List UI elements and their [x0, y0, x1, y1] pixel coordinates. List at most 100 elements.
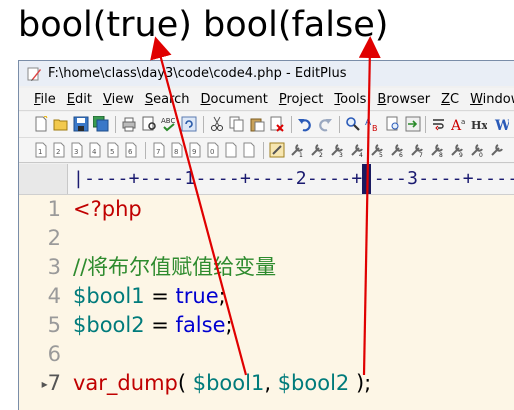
- svg-text:7: 7: [156, 148, 160, 156]
- svg-text:8: 8: [439, 152, 443, 158]
- toolbar-separator: [425, 116, 426, 133]
- open-folder-icon[interactable]: [53, 116, 69, 132]
- replace-icon[interactable]: AB: [365, 116, 381, 132]
- document-toolbar: 1 2 3 4 5 6 7 8 9 0 1 2 3 4 5 6 7 8 9 0: [19, 138, 514, 163]
- user-tool-0-icon[interactable]: 0: [469, 142, 485, 158]
- font-size-icon[interactable]: Aa: [451, 116, 467, 132]
- svg-text:4: 4: [359, 152, 363, 158]
- variable: $bool2: [73, 313, 145, 337]
- refresh-icon[interactable]: [181, 116, 197, 132]
- svg-text:8: 8: [174, 148, 178, 156]
- operator: =: [144, 284, 176, 308]
- find-icon[interactable]: [345, 116, 361, 132]
- case-icon[interactable]: W: [493, 116, 509, 132]
- redo-icon[interactable]: [317, 116, 333, 132]
- main-toolbar: ABC AB Aa Hx W: [19, 112, 514, 138]
- svg-text:3: 3: [339, 152, 343, 158]
- menu-file[interactable]: File: [34, 92, 56, 107]
- document-0-icon[interactable]: 0: [205, 142, 221, 158]
- line-number: 5: [47, 313, 61, 337]
- document-5-icon[interactable]: 5: [105, 142, 121, 158]
- copy-icon[interactable]: [229, 116, 245, 132]
- ruler-scale: |----+----1----+----2----+----3----+----: [73, 168, 514, 189]
- toolbar-separator: [115, 116, 116, 133]
- svg-text:6: 6: [128, 148, 133, 156]
- user-tool-4-icon[interactable]: 4: [349, 142, 365, 158]
- ruler-gutter: [19, 164, 68, 194]
- editplus-window: F:\home\class\day3\code\code4.php - Edit…: [18, 60, 514, 410]
- svg-text:1: 1: [38, 148, 42, 156]
- menu-tools[interactable]: Tools: [334, 92, 366, 107]
- spell-check-icon[interactable]: ABC: [161, 116, 177, 132]
- menu-zc[interactable]: ZC: [441, 92, 459, 107]
- code-line-5[interactable]: $bool2 = false;: [73, 311, 233, 339]
- print-icon[interactable]: [121, 116, 137, 132]
- document-4-icon[interactable]: 4: [87, 142, 103, 158]
- undo-icon[interactable]: [297, 116, 313, 132]
- document-extra-icon[interactable]: [223, 142, 239, 158]
- hex-icon[interactable]: Hx: [471, 116, 487, 132]
- document-9-icon[interactable]: 9: [187, 142, 203, 158]
- svg-text:9: 9: [459, 152, 463, 158]
- php-open-tag: <?php: [73, 197, 142, 221]
- save-icon[interactable]: [73, 116, 89, 132]
- menu-search[interactable]: Search: [145, 92, 190, 107]
- menu-view[interactable]: View: [103, 92, 134, 107]
- caption-false: bool(false): [203, 5, 389, 45]
- comma: ,: [264, 371, 278, 395]
- document-3-icon[interactable]: 3: [69, 142, 85, 158]
- code-line-4[interactable]: $bool1 = true;: [73, 282, 226, 310]
- user-tool-extra-icon[interactable]: [489, 142, 505, 158]
- document-6-icon[interactable]: 6: [123, 142, 139, 158]
- document-7-icon[interactable]: 7: [151, 142, 167, 158]
- user-tool-5-icon[interactable]: 5: [369, 142, 385, 158]
- code-line-1[interactable]: <?php: [73, 195, 142, 223]
- find-in-files-icon[interactable]: [385, 116, 401, 132]
- menu-project[interactable]: Project: [279, 92, 324, 107]
- document-8-icon[interactable]: 8: [169, 142, 185, 158]
- title-bar[interactable]: F:\home\class\day3\code\code4.php - Edit…: [19, 61, 514, 86]
- new-file-icon[interactable]: [33, 116, 49, 132]
- line-number: 4: [47, 284, 61, 308]
- menu-bar: File Edit View Search Document Project T…: [19, 88, 514, 111]
- user-tool-3-icon[interactable]: 3: [329, 142, 345, 158]
- document-extra-icon[interactable]: [241, 142, 257, 158]
- user-tool-6-icon[interactable]: 6: [389, 142, 405, 158]
- word-wrap-icon[interactable]: [431, 116, 447, 132]
- document-2-icon[interactable]: 2: [51, 142, 67, 158]
- svg-text:2: 2: [56, 148, 60, 156]
- svg-text:B: B: [372, 124, 378, 132]
- svg-text:2: 2: [319, 152, 323, 158]
- tool-settings-icon[interactable]: [269, 142, 285, 158]
- code-editor[interactable]: 1 2 3 4 5 6 ▸7 <?php //将布尔值赋值给变量 $bool1 …: [19, 195, 514, 410]
- user-tool-1-icon[interactable]: 1: [289, 142, 305, 158]
- save-all-icon[interactable]: [93, 116, 109, 132]
- document-1-icon[interactable]: 1: [33, 142, 49, 158]
- svg-text:9: 9: [192, 148, 196, 156]
- menu-document[interactable]: Document: [201, 92, 268, 107]
- user-tool-9-icon[interactable]: 9: [449, 142, 465, 158]
- line-number: 1: [47, 197, 61, 221]
- toolbar-separator: [263, 142, 264, 159]
- svg-text:0: 0: [479, 152, 483, 158]
- svg-text:4: 4: [92, 148, 97, 156]
- menu-browser[interactable]: Browser: [377, 92, 430, 107]
- paste-icon[interactable]: [249, 116, 265, 132]
- annotation-caption: bool(true) bool(false): [18, 2, 388, 48]
- window-title: F:\home\class\day3\code\code4.php - Edit…: [48, 66, 347, 81]
- menu-edit[interactable]: Edit: [67, 92, 92, 107]
- svg-text:5: 5: [379, 152, 383, 158]
- editplus-app-icon: [27, 67, 41, 81]
- line-number: 3: [47, 255, 61, 279]
- svg-text:a: a: [461, 118, 465, 126]
- print-preview-icon[interactable]: [141, 116, 157, 132]
- user-tool-7-icon[interactable]: 7: [409, 142, 425, 158]
- user-tool-2-icon[interactable]: 2: [309, 142, 325, 158]
- menu-window[interactable]: Window: [470, 92, 514, 107]
- goto-line-icon[interactable]: [405, 116, 421, 132]
- code-line-3[interactable]: //将布尔值赋值给变量: [73, 253, 276, 281]
- delete-icon[interactable]: [269, 116, 285, 132]
- cut-icon[interactable]: [209, 116, 225, 132]
- code-line-7[interactable]: var_dump( $bool1, $bool2 );: [73, 369, 371, 397]
- user-tool-8-icon[interactable]: 8: [429, 142, 445, 158]
